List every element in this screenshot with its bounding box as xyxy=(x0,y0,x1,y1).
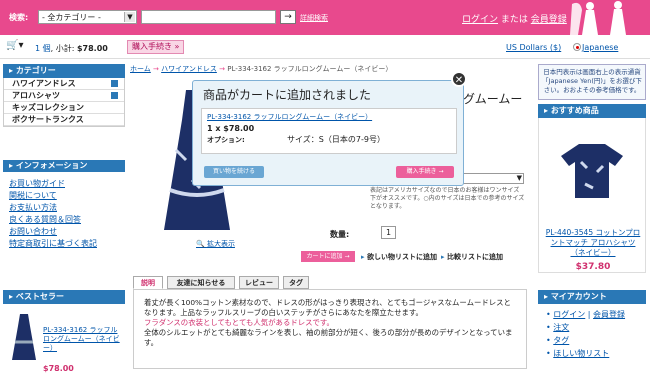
close-icon[interactable]: ✕ xyxy=(451,71,467,87)
proceed-checkout-button[interactable]: 購入手続き → xyxy=(396,166,454,178)
category-panel: ▸ カテゴリー ハワイアンドレス アロハシャツ キッズコレクション ボクサートラ… xyxy=(3,64,125,127)
modal-qty-price: 1 x $78.00 xyxy=(207,124,255,133)
account-wishlist-link[interactable]: ほしい物リスト xyxy=(553,349,609,358)
info-heading: ▸ インフォメーション xyxy=(3,160,125,172)
account-panel: ▸ マイアカウント • ログイン | 会員登録 • 注文 • タグ • ほしい物… xyxy=(538,290,646,364)
advanced-search-link[interactable]: 詳細検索 xyxy=(300,13,328,23)
cart-summary: 1 個, 小計: $78.00 xyxy=(35,44,108,53)
recommend-title[interactable]: PL-440-3545 コットンプロントマッチ アロハシャツ（ネイビー） xyxy=(545,228,641,258)
modal-item-box: PL-334-3162 ラッフルロングムームー（ネイビー） 1 x $78.00… xyxy=(201,108,457,154)
account-login-link[interactable]: ログイン xyxy=(553,310,585,319)
compare-link[interactable]: ▸ 比較リストに追加 xyxy=(441,252,503,262)
tab-description[interactable]: 説明 xyxy=(133,276,163,289)
yen-notice: 日本円表示は画面右上の表示通貨「Japanese Yen(円)」をお選び下さい。… xyxy=(538,64,646,100)
hula-silhouette-logo xyxy=(570,1,626,35)
info-link[interactable]: お問い合わせ xyxy=(3,226,125,238)
info-link[interactable]: お買い物ガイド xyxy=(3,178,125,190)
description-text: 着丈が長く100%コットン素材なので、ドレスの形がはっきり表現され、とてもゴージ… xyxy=(144,298,511,317)
continue-shopping-button[interactable]: 買い物を続ける xyxy=(204,166,264,178)
cart-bar: 🛒▾ 1 個, 小計: $78.00 購入手続き » US Dollars ($… xyxy=(0,35,650,59)
breadcrumb: ホーム → ハワイアンドレス → PL-334-3162 ラッフルロングムームー… xyxy=(130,65,393,73)
modal-option-value: サイズ：S（日本の7-9号） xyxy=(287,135,385,144)
account-register-link[interactable]: 会員登録 xyxy=(593,310,625,319)
search-button[interactable]: → xyxy=(280,10,296,24)
chevron-down-icon: ▼ xyxy=(124,12,135,22)
info-link[interactable]: お支払い方法 xyxy=(3,202,125,214)
account-login-row: • ログイン | 会員登録 xyxy=(546,310,626,319)
bestseller-title[interactable]: PL-334-3162 ラッフルロングムームー（ネイビー） xyxy=(43,326,123,353)
currency-select[interactable]: US Dollars ($) xyxy=(506,43,561,52)
info-link[interactable]: 関税について xyxy=(3,190,125,202)
wishlist-link[interactable]: ▸ 欲しい物リストに追加 xyxy=(361,252,437,262)
shirt-thumbnail[interactable] xyxy=(561,142,623,198)
modal-item-link[interactable]: PL-334-3162 ラッフルロングムームー（ネイビー） xyxy=(207,113,372,121)
category-item[interactable]: アロハシャツ xyxy=(4,90,124,102)
added-to-cart-modal: 商品がカートに追加されました PL-334-3162 ラッフルロングムームー（ネ… xyxy=(192,80,464,186)
expand-icon xyxy=(111,80,118,87)
bestseller-item[interactable]: PL-334-3162 ラッフルロングムームー（ネイビー） $78.00 xyxy=(3,304,125,373)
search-input[interactable] xyxy=(141,10,276,24)
modal-option-label: オプション: xyxy=(207,136,245,144)
tab-tell-friend[interactable]: 友達に知らせる xyxy=(167,276,235,289)
category-select[interactable]: - 全カテゴリー - ▼ xyxy=(38,10,137,24)
japan-flag-icon xyxy=(573,43,581,51)
cart-count-link[interactable]: 1 個 xyxy=(35,44,51,53)
bestseller-heading: ▸ ベストセラー xyxy=(3,290,125,304)
product-title: グムームー xyxy=(463,92,523,106)
breadcrumb-home[interactable]: ホーム xyxy=(130,65,151,73)
size-note: 表記はアメリカサイズなので日本のお客様はワンサイズ下がオススメです。○内のサイズ… xyxy=(370,187,525,210)
expand-icon xyxy=(111,92,118,99)
account-orders-link[interactable]: 注文 xyxy=(553,323,569,332)
recommend-panel: ▸ おすすめ商品 PL-440-3545 コットンプロントマッチ アロハシャツ（… xyxy=(538,104,646,273)
login-area: ログイン または 会員登録 xyxy=(462,15,567,25)
bestseller-price: $78.00 xyxy=(43,364,74,373)
search-label: 検索: xyxy=(9,13,29,22)
zoom-link[interactable]: 🔍 拡大表示 xyxy=(196,239,235,249)
account-heading: ▸ マイアカウント xyxy=(538,290,646,304)
language-select[interactable]: Japanese xyxy=(582,43,618,52)
recommend-heading: ▸ おすすめ商品 xyxy=(538,104,646,118)
add-to-cart-button[interactable]: カートに追加 → xyxy=(301,251,355,262)
login-link[interactable]: ログイン xyxy=(462,15,498,25)
info-panel: ▸ インフォメーション お買い物ガイド 関税について お支払い方法 良くある質問… xyxy=(3,160,125,250)
recommend-price: $37.80 xyxy=(575,262,611,272)
checkout-button[interactable]: 購入手続き » xyxy=(127,40,185,54)
category-item[interactable]: ボクサートランクス xyxy=(4,114,124,126)
dress-thumbnail xyxy=(12,314,36,360)
cart-icon[interactable]: 🛒▾ xyxy=(6,40,23,51)
tab-reviews[interactable]: レビュー xyxy=(239,276,279,289)
category-heading: ▸ カテゴリー xyxy=(3,64,125,78)
bestseller-panel: ▸ ベストセラー PL-334-3162 ラッフルロングムームー（ネイビー） $… xyxy=(3,290,125,373)
breadcrumb-category[interactable]: ハワイアンドレス xyxy=(161,65,217,73)
category-item[interactable]: ハワイアンドレス xyxy=(4,78,124,90)
info-link[interactable]: 良くある質問＆回答 xyxy=(3,214,125,226)
quantity-label: 数量: xyxy=(330,230,350,239)
tab-tags[interactable]: タグ xyxy=(283,276,309,289)
header-bar: 検索: - 全カテゴリー - ▼ → 詳細検索 ログイン または 会員登録 xyxy=(0,0,650,35)
description-text: 全体のシルエットがとても綺麗なラインを表し、袖の前部分が短く、後ろの部分が長めの… xyxy=(144,328,513,347)
category-item[interactable]: キッズコレクション xyxy=(4,102,124,114)
account-tags-link[interactable]: タグ xyxy=(553,336,569,345)
info-link[interactable]: 特定商取引に基づく表記 xyxy=(3,238,125,250)
modal-title: 商品がカートに追加されました xyxy=(203,88,372,102)
quantity-input[interactable]: 1 xyxy=(381,226,396,239)
description-panel: 着丈が長く100%コットン素材なので、ドレスの形がはっきり表現され、とてもゴージ… xyxy=(133,289,527,369)
description-highlight: フラダンスの衣装としてもとても人気があるドレスです。 xyxy=(144,318,334,327)
